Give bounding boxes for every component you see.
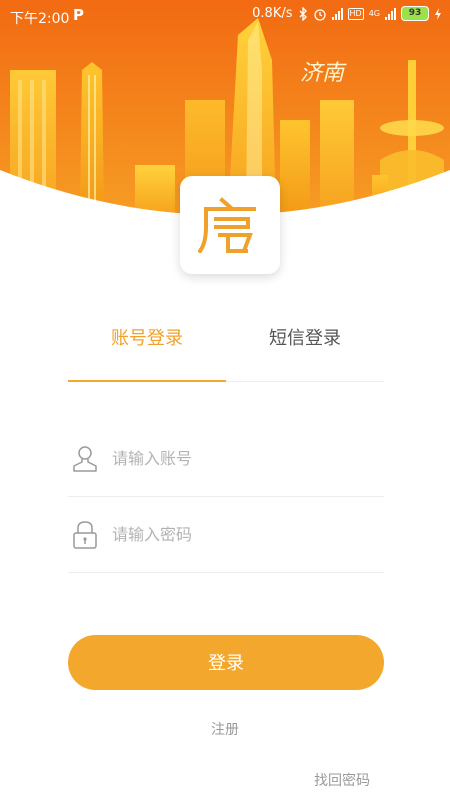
charging-icon (435, 7, 441, 20)
hd-badge: HD (347, 7, 364, 20)
account-field (68, 420, 384, 497)
register-link[interactable]: 注册 (0, 719, 450, 739)
forgot-password-link[interactable]: 找回密码 (314, 770, 370, 790)
app-notification-icon: P (73, 6, 84, 24)
signal-strength-icon (331, 7, 343, 20)
status-time: 下午2:00 (10, 11, 70, 27)
network-speed: 0.8K/s (252, 6, 293, 21)
network-type: 4G (368, 8, 380, 18)
password-input[interactable] (110, 518, 374, 550)
battery-icon: 93 (401, 6, 429, 21)
password-field (68, 496, 384, 573)
signal-strength-icon-2 (385, 7, 396, 20)
login-tabs: 账号登录 短信登录 (68, 310, 384, 382)
app-logo (180, 176, 280, 274)
bluetooth-icon (299, 6, 307, 21)
tab-account-login[interactable]: 账号登录 (68, 324, 226, 350)
user-icon (73, 446, 97, 472)
active-tab-indicator (68, 380, 226, 382)
alarm-icon (313, 8, 326, 21)
lock-icon (73, 521, 97, 549)
account-input[interactable] (110, 442, 374, 474)
city-name-text: 济南 (300, 61, 347, 86)
house-logo-icon (198, 197, 256, 253)
status-bar: 下午2:00 P 0.8K/s HD 4G 93 (0, 0, 450, 32)
login-button[interactable]: 登录 (68, 635, 384, 690)
status-icons: 0.8K/s HD 4G 93 (252, 6, 442, 21)
tab-sms-login[interactable]: 短信登录 (226, 324, 384, 350)
